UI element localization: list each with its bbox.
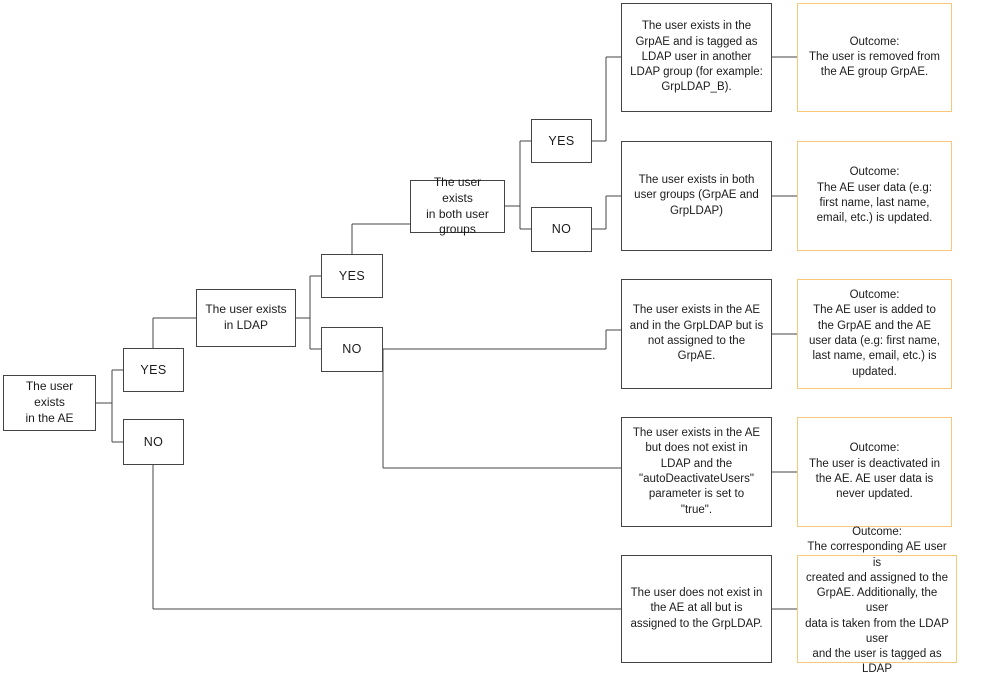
decision-level3-yes[interactable]: YES: [531, 119, 592, 163]
condition-tagged-other-ldap-group[interactable]: The user exists in the GrpAE and is tagg…: [621, 3, 772, 112]
decision-level2-yes[interactable]: YES: [321, 254, 383, 298]
outcome-added-to-grpae[interactable]: Outcome: The AE user is added to the Grp…: [797, 279, 952, 389]
outcome-created-and-assigned[interactable]: Outcome: The corresponding AE user is cr…: [797, 526, 957, 673]
condition-not-assigned-grpae[interactable]: The user exists in the AE and in the Grp…: [621, 279, 772, 389]
outcome-user-deactivated[interactable]: Outcome: The user is deactivated in the …: [797, 417, 952, 527]
condition-not-in-ae-at-all[interactable]: The user does not exist in the AE at all…: [621, 555, 772, 663]
decision-level1-yes[interactable]: YES: [123, 348, 184, 392]
condition-auto-deactivate-users[interactable]: The user exists in the AE but does not e…: [621, 417, 772, 527]
outcome-removed-from-grpae[interactable]: Outcome: The user is removed from the AE…: [797, 3, 952, 112]
node-user-exists-in-both-groups[interactable]: The user exists in both user groups: [410, 175, 505, 236]
outcome-user-data-updated[interactable]: Outcome: The AE user data (e.g: first na…: [797, 141, 952, 251]
decision-level3-no[interactable]: NO: [531, 207, 592, 252]
node-user-exists-in-ae[interactable]: The user exists in the AE: [3, 375, 96, 431]
decision-level1-no[interactable]: NO: [123, 419, 184, 465]
flowchart-canvas: The user exists in the AE YES NO The use…: [0, 0, 995, 673]
decision-level2-no[interactable]: NO: [321, 327, 383, 372]
condition-both-groups[interactable]: The user exists in both user groups (Grp…: [621, 141, 772, 251]
node-user-exists-in-ldap[interactable]: The user exists in LDAP: [196, 289, 296, 347]
